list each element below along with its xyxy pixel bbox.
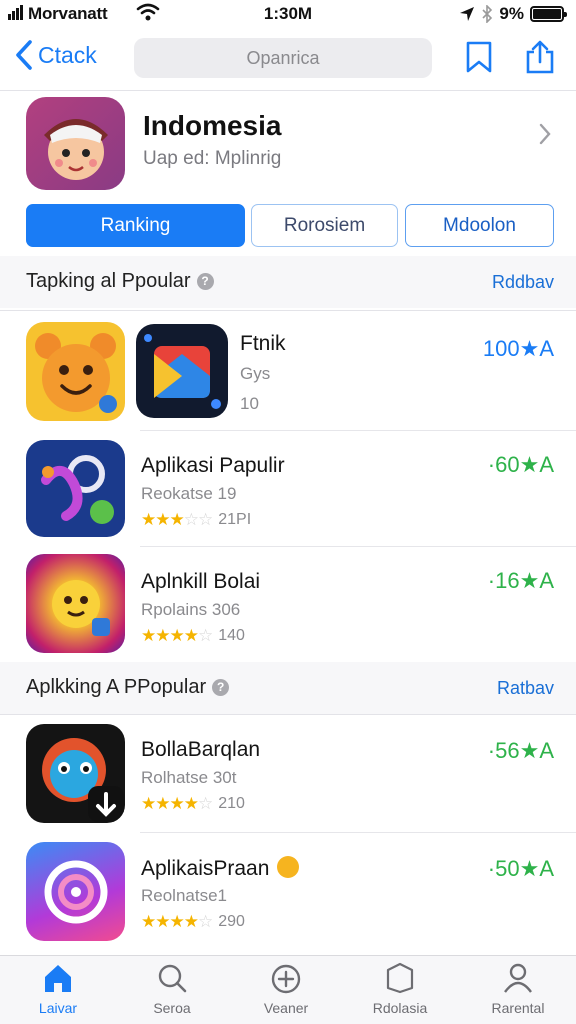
- app-count[interactable]: ·16★A: [488, 568, 554, 594]
- back-button[interactable]: Ctack: [14, 39, 97, 71]
- status-bar: Morvanatt 1:30M 9%: [0, 0, 576, 28]
- nav-bar: Ctack Opanrica: [0, 36, 576, 82]
- tab-create[interactable]: Veaner: [236, 962, 336, 1016]
- section-title-text: Aplkking A PPopular: [26, 676, 207, 698]
- app-subtitle: Reokatse 19: [141, 484, 237, 503]
- app-rating: ★★★☆☆ 21PI: [141, 510, 251, 530]
- person-icon: [504, 963, 532, 993]
- star-rating-icon: ★★★★☆: [141, 912, 213, 931]
- app-rating-text: 21PI: [218, 511, 252, 528]
- segment-ranking[interactable]: Ranking: [26, 204, 245, 247]
- star-rating-icon: ★★★★☆: [141, 794, 213, 813]
- tab-search[interactable]: Seroa: [122, 962, 222, 1016]
- help-icon[interactable]: ?: [212, 679, 230, 696]
- tab-label: Veaner: [263, 1000, 309, 1016]
- section-title-text: Tapking al Ppoular: [26, 270, 191, 292]
- app-icon-fidget: [26, 440, 125, 537]
- home-icon: [45, 965, 71, 992]
- tab-label: Seroa: [153, 1000, 191, 1016]
- bookmark-icon[interactable]: [463, 40, 495, 74]
- search-icon: [158, 964, 187, 993]
- app-rating: ★★★★☆ 210: [141, 794, 245, 814]
- plus-icon: [271, 964, 301, 994]
- divider: [0, 310, 576, 311]
- divider: [140, 430, 576, 431]
- share-icon[interactable]: [524, 40, 556, 74]
- chevron-right-icon: [539, 123, 551, 145]
- app-name: AplikaisPraan: [141, 856, 300, 881]
- list-item[interactable]: Aplikasi Papulir Reokatse 19 ★★★☆☆ 21PI …: [0, 432, 576, 546]
- see-all-link[interactable]: Ratbav: [497, 678, 554, 699]
- emoji-icon: [277, 856, 300, 878]
- app-name: Ftnik: [240, 332, 286, 355]
- collection-subtitle: Uap ed: Mplinrig: [143, 148, 282, 169]
- see-all-link[interactable]: Rddbav: [492, 272, 554, 293]
- divider: [0, 714, 576, 715]
- app-icon-sun: [26, 554, 125, 653]
- star-rating-icon: ★★★★☆: [141, 626, 213, 645]
- back-label: Ctack: [38, 41, 97, 68]
- list-item[interactable]: Aplnkill Bolai Rpolains 306 ★★★★☆ 140 ·1…: [0, 548, 576, 660]
- collection-header[interactable]: Indomesia Uap ed: Mplinrig: [0, 92, 576, 202]
- app-count[interactable]: ·50★A: [488, 856, 554, 882]
- app-rating-text: 290: [218, 913, 245, 930]
- app-name: Aplikasi Papulir: [141, 454, 285, 477]
- segment-mdoolon[interactable]: Mdoolon: [405, 204, 554, 247]
- tab-home[interactable]: Laivar: [8, 962, 108, 1016]
- star-rating-icon: ★★★☆☆: [141, 510, 213, 529]
- list-item[interactable]: AplikaisPraan Reolnatse1 ★★★★☆ 290 ·50★A: [0, 834, 576, 952]
- app-icon-ball: [26, 724, 125, 823]
- app-subtitle: Gys: [240, 364, 271, 383]
- box-icon: [386, 962, 414, 994]
- app-name: BollaBarqlan: [141, 738, 261, 761]
- app-name-text: AplikaisPraan: [141, 857, 270, 880]
- tab-label: Rarental: [491, 1000, 545, 1016]
- app-rating: ★★★★☆ 290: [141, 912, 245, 932]
- collection-icon: [26, 97, 125, 190]
- app-subtitle: Rpolains 306: [141, 600, 241, 619]
- app-count[interactable]: 100★A: [483, 336, 554, 362]
- location-icon: [460, 7, 475, 21]
- search-field[interactable]: Opanrica: [134, 38, 432, 78]
- app-subtitle: Reolnatse1: [141, 886, 228, 905]
- help-icon[interactable]: ?: [196, 273, 214, 290]
- divider: [140, 832, 576, 833]
- app-rating-text: 140: [218, 627, 245, 644]
- app-icon-swirl: [26, 842, 125, 941]
- chevron-left-icon: [16, 40, 32, 70]
- battery-icon: [530, 6, 567, 22]
- tab-profile[interactable]: Rarental: [468, 962, 568, 1016]
- tab-label: Laivar: [38, 1000, 78, 1016]
- divider: [0, 90, 576, 91]
- app-count[interactable]: ·56★A: [488, 738, 554, 764]
- list-item[interactable]: Ftnik Gys 10 100★A: [0, 312, 576, 430]
- app-name: Aplnkill Bolai: [141, 570, 261, 593]
- tab-bar: Laivar Seroa Veaner Rdolasia Rarental: [0, 955, 576, 1024]
- segment-rorosiem[interactable]: Rorosiem: [251, 204, 398, 247]
- divider: [140, 546, 576, 547]
- app-rating-text: 210: [218, 795, 245, 812]
- app-count[interactable]: ·60★A: [488, 452, 554, 478]
- app-rating: ★★★★☆ 140: [141, 626, 245, 646]
- section-title: Aplkking A PPopular ?: [26, 676, 230, 699]
- tab-label: Rdolasia: [372, 1000, 428, 1016]
- list-item[interactable]: BollaBarqlan Rolhatse 30t ★★★★☆ 210 ·56★…: [0, 716, 576, 832]
- bluetooth-icon: [482, 5, 493, 23]
- app-icon-bear: [26, 322, 125, 421]
- section-title: Tapking al Ppoular ?: [26, 270, 214, 293]
- app-subtitle: Rolhatse 30t: [141, 768, 237, 787]
- tab-collection[interactable]: Rdolasia: [350, 962, 450, 1016]
- app-icon-cards: [136, 324, 228, 418]
- collection-title: Indomesia: [143, 110, 282, 141]
- app-rating-text: 10: [240, 394, 259, 413]
- battery-percent: 9%: [499, 4, 524, 23]
